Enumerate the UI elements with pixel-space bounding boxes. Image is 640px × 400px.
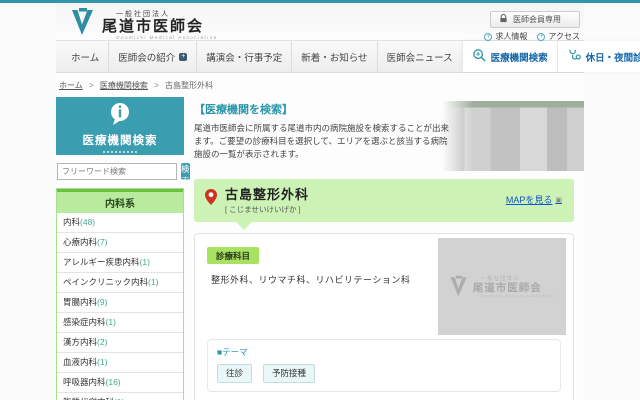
nav-item-facility-search[interactable]: 医療機関検索 (462, 41, 557, 72)
breadcrumb-facility-search[interactable]: 医療機関検索 (100, 81, 148, 90)
plus-circle-icon: + (537, 33, 545, 41)
main-content: 【医療機関を検索】 尾道市医師会に所属する尾道市内の病院施設を検索することが出来… (194, 97, 584, 400)
speech-tail (236, 222, 252, 230)
theme-tag: 往診 (217, 364, 252, 383)
dropdown-icon: + (179, 53, 187, 61)
map-pin-icon (204, 188, 218, 211)
search-intro-section: 【医療機関を検索】 尾道市医師会に所属する尾道市内の病院施設を検索することが出来… (194, 101, 584, 172)
clinic-photo-placeholder: 一般社団法人 尾道市医師会 Onomichi Medical Associati… (438, 238, 566, 335)
sidebar-category-item[interactable]: 漢方内科(2) (57, 333, 183, 353)
breadcrumb-current: 古島整形外科 (165, 81, 213, 90)
section-description: 尾道市医師会に所属する尾道市内の病院施設を検索することが出来ます。ご要望の診療科… (194, 122, 452, 162)
placeholder-logo: 一般社団法人 尾道市医師会 Onomichi Medical Associati… (449, 275, 556, 298)
theme-tag: 予防接種 (263, 364, 315, 383)
member-only-button[interactable]: 医師会員専用 (490, 11, 580, 28)
banner-title: 医療機関検索 (56, 132, 184, 148)
clinic-furigana: [ こじませいけいげか ] (225, 204, 309, 215)
sidebar-category-item[interactable]: 感染症内科(1) (57, 313, 183, 333)
site-logo[interactable]: 一般社団法人 尾道市医師会 Onomichi Medical Associati… (70, 7, 218, 42)
clinic-name: 古島整形外科 (225, 184, 309, 203)
sidebar-category-item[interactable]: 心療内科(7) (57, 233, 183, 253)
sidebar-category-item[interactable]: 呼吸器内科(16) (57, 373, 183, 393)
theme-box: ■テーマ 往診予防接種 (207, 339, 561, 392)
site-header: 一般社団法人 尾道市医師会 Onomichi Medical Associati… (56, 3, 584, 40)
sidebar-category-item[interactable]: 血液内科(1) (57, 353, 183, 373)
freeword-search-input[interactable] (57, 163, 177, 180)
sidebar-search: 検索 (57, 163, 183, 180)
facility-search-banner[interactable]: 医療機関検索 (56, 97, 184, 155)
lock-icon (499, 14, 508, 25)
sidebar-category-item[interactable]: 内科(48) (57, 213, 183, 233)
plus-circle-icon: + (484, 33, 492, 41)
search-button[interactable]: 検索 (181, 163, 190, 180)
org-name-en: Onomichi Medical Association (102, 35, 218, 40)
clinic-detail-card: 一般社団法人 尾道市医師会 Onomichi Medical Associati… (194, 233, 574, 400)
page-container: 一般社団法人 尾道市医師会 Onomichi Medical Associati… (56, 3, 584, 400)
logo-mark-icon (70, 7, 96, 42)
nav-item-assoc-news[interactable]: 医師会ニュース (377, 41, 462, 72)
sidebar-category-item[interactable]: 脂質代謝内科(1) (57, 393, 183, 400)
breadcrumb: ホーム > 医療機関検索 > 古島整形外科 (56, 73, 584, 97)
external-link-icon: ▣ (555, 196, 562, 204)
nav-item-about[interactable]: 医師会の紹介+ (108, 41, 196, 72)
internal-medicine-list: 内科系 内科(48)心療内科(7)アレルギー疾患内科(1)ペインクリニック内科(… (56, 188, 184, 400)
search-icon (472, 48, 487, 66)
main-nav: ホーム 医師会の紹介+ 講演会・行事予定 新着・お知らせ 医師会ニュース 医療機… (56, 40, 584, 73)
stethoscope-icon (567, 48, 582, 66)
member-button-label: 医師会員専用 (513, 14, 561, 25)
sidebar: 医療機関検索 検索 内科系 内科(48)心療内科(7)アレルギー疾患内科(1)ペ… (56, 97, 184, 400)
clinic-header: 古島整形外科 [ こじませいけいげか ] MAPを見る▣ (194, 179, 574, 222)
org-name: 尾道市医師会 (102, 19, 218, 36)
category-header: 内科系 (57, 189, 183, 213)
nav-item-news[interactable]: 新着・お知らせ (291, 41, 376, 72)
section-title: 【医療機関を検索】 (194, 101, 584, 117)
nav-item-home[interactable]: ホーム (62, 41, 108, 72)
theme-label: ■テーマ (217, 346, 551, 358)
departments-badge: 診療科目 (207, 247, 259, 264)
nav-item-events[interactable]: 講演会・行事予定 (196, 41, 291, 72)
nav-item-holiday-care[interactable]: 休日・夜間診療 (557, 41, 640, 72)
sidebar-category-item[interactable]: アレルギー疾患内科(1) (57, 253, 183, 273)
breadcrumb-home[interactable]: ホーム (59, 81, 83, 90)
sidebar-category-item[interactable]: ペインクリニック内科(1) (57, 273, 183, 293)
sidebar-category-item[interactable]: 胃腸内科(9) (57, 293, 183, 313)
map-link[interactable]: MAPを見る▣ (506, 193, 562, 206)
info-bubble-icon (109, 102, 131, 131)
